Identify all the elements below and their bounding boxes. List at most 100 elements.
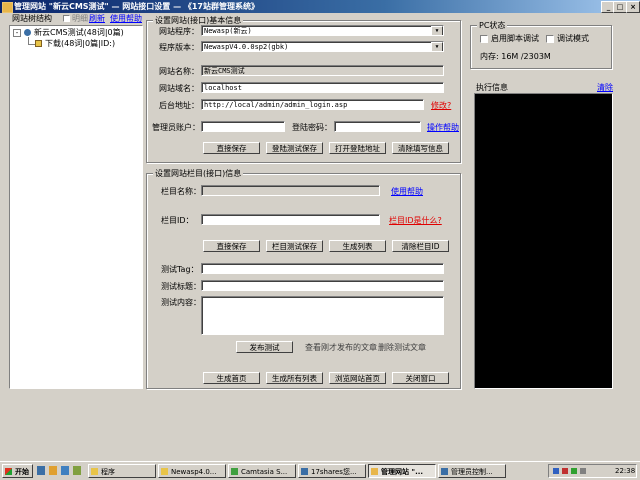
exec-output-panel[interactable] bbox=[474, 93, 613, 389]
test-title-label: 测试标题： bbox=[161, 282, 201, 291]
operation-help-link[interactable]: 操作帮助 bbox=[427, 123, 459, 133]
admin-url-field[interactable]: http://local/admin/admin_login.asp bbox=[201, 99, 424, 110]
detail-checkbox[interactable] bbox=[63, 15, 70, 22]
publish-test-button[interactable]: 发布测试 bbox=[236, 341, 293, 353]
tree-header: 网站树结构 明细 刷新 使用帮助 bbox=[3, 14, 142, 24]
site-tree[interactable]: - 新云CMS测试(48词|0篇) 下载(48词|0篇|ID:) bbox=[9, 25, 143, 389]
clear-exec-link[interactable]: 清除 bbox=[597, 83, 613, 93]
column-direct-save-button[interactable]: 直接保存 bbox=[203, 240, 260, 252]
direct-save-button[interactable]: 直接保存 bbox=[203, 142, 260, 154]
debug-mode-checkbox[interactable] bbox=[546, 35, 554, 43]
program-select-value: Newasp(新云) bbox=[204, 27, 252, 35]
dropdown-arrow-icon[interactable]: ▼ bbox=[431, 42, 443, 51]
column-name-label: 栏目名称： bbox=[161, 187, 201, 196]
browse-home-button[interactable]: 浏览网站首页 bbox=[329, 372, 386, 384]
window-title: 管理网站 "新云CMS测试" — 网站接口设置 — 《17站群管理系统》 bbox=[14, 2, 259, 11]
password-field[interactable] bbox=[334, 121, 421, 132]
security-icon[interactable] bbox=[562, 468, 568, 474]
test-tag-label: 测试Tag： bbox=[161, 265, 199, 274]
task-label: Newasp4.0... bbox=[171, 468, 217, 476]
start-button[interactable]: 开始 bbox=[2, 464, 33, 478]
debug-mode-label: 调试模式 bbox=[557, 34, 589, 43]
column-name-field[interactable] bbox=[201, 185, 380, 196]
generate-list-button[interactable]: 生成列表 bbox=[329, 240, 386, 252]
refresh-link[interactable]: 刷新 bbox=[89, 14, 105, 24]
script-debug-checkbox[interactable] bbox=[480, 35, 488, 43]
site-name-field[interactable]: 新云CMS测试 bbox=[201, 65, 444, 76]
password-label: 登陆密码： bbox=[292, 123, 332, 132]
version-label: 程序版本： bbox=[159, 43, 199, 52]
test-content-label: 测试内容： bbox=[161, 298, 201, 307]
version-select[interactable]: NewaspV4.0.0sp2(gbk) ▼ bbox=[201, 41, 444, 52]
admin-url-label: 后台地址： bbox=[159, 101, 199, 110]
camtasia-icon bbox=[231, 468, 238, 475]
task-17shares[interactable]: 17shares您... bbox=[298, 464, 366, 478]
pc-status-title: PC状态 bbox=[477, 20, 508, 31]
browser-icon bbox=[441, 468, 448, 475]
start-label: 开始 bbox=[15, 468, 29, 476]
generate-home-button[interactable]: 生成首页 bbox=[203, 372, 260, 384]
network-icon[interactable] bbox=[553, 468, 559, 474]
script-debug-label: 启用脚本调试 bbox=[491, 34, 539, 43]
column-help-link[interactable]: 使用帮助 bbox=[391, 187, 423, 197]
login-test-save-button[interactable]: 登陆测试保存 bbox=[266, 142, 323, 154]
folder-icon bbox=[35, 40, 42, 47]
task-label: 程序 bbox=[101, 468, 115, 476]
generate-all-lists-button[interactable]: 生成所有列表 bbox=[266, 372, 323, 384]
browser-icon bbox=[301, 468, 308, 475]
column-test-save-button[interactable]: 栏目测试保存 bbox=[266, 240, 323, 252]
test-content-textarea[interactable] bbox=[201, 296, 444, 335]
detail-label: 明细 bbox=[72, 14, 88, 23]
globe-icon bbox=[24, 29, 31, 36]
domain-field[interactable]: localhost bbox=[201, 82, 444, 93]
ie-icon[interactable] bbox=[37, 466, 45, 475]
task-label: 管理员控制... bbox=[451, 468, 493, 476]
windows-logo-icon bbox=[5, 468, 12, 475]
exec-info-title: 执行信息 bbox=[476, 83, 508, 92]
tray-app-icon[interactable] bbox=[571, 468, 577, 474]
version-select-value: NewaspV4.0.0sp2(gbk) bbox=[204, 43, 289, 51]
maximize-button[interactable]: □ bbox=[613, 1, 627, 13]
modify-link[interactable]: 修改? bbox=[431, 101, 451, 111]
tree-item-site[interactable]: 新云CMS测试(48词|0篇) bbox=[34, 28, 124, 38]
task-label: 管理网站 "... bbox=[381, 468, 424, 476]
memory-text: 内存: 16M /2303M bbox=[480, 52, 551, 61]
test-tag-field[interactable] bbox=[201, 263, 444, 274]
app-icon bbox=[2, 2, 13, 13]
clock: 22:38 bbox=[615, 467, 636, 475]
close-window-button[interactable]: 关闭窗口 bbox=[392, 372, 449, 384]
column-id-field[interactable] bbox=[201, 214, 380, 225]
desktop-icon[interactable] bbox=[61, 466, 69, 475]
volume-icon[interactable] bbox=[580, 468, 586, 474]
task-camtasia[interactable]: Camtasia S... bbox=[228, 464, 296, 478]
test-title-field[interactable] bbox=[201, 280, 444, 291]
task-manage-site[interactable]: 管理网站 "... bbox=[368, 464, 436, 478]
task-programs[interactable]: 程序 bbox=[88, 464, 156, 478]
task-admin-control[interactable]: 管理员控制... bbox=[438, 464, 506, 478]
system-tray: 22:38 bbox=[548, 464, 637, 478]
close-button[interactable]: × bbox=[626, 1, 640, 13]
task-label: 17shares您... bbox=[311, 468, 357, 476]
window-titlebar[interactable]: 管理网站 "新云CMS测试" — 网站接口设置 — 《17站群管理系统》 _ □… bbox=[0, 0, 640, 13]
clear-column-id-button[interactable]: 清除栏目ID bbox=[392, 240, 449, 252]
folder-icon bbox=[91, 468, 98, 475]
clear-info-button[interactable]: 清除填写信息 bbox=[392, 142, 449, 154]
media-icon[interactable] bbox=[73, 466, 81, 475]
column-info-group-title: 设置网站栏目(接口)信息 bbox=[153, 168, 244, 179]
dropdown-arrow-icon[interactable]: ▼ bbox=[431, 26, 443, 35]
program-label: 网站程序： bbox=[159, 27, 199, 36]
tree-help-link[interactable]: 使用帮助 bbox=[110, 14, 142, 24]
view-published-text[interactable]: 查看刚才发布的文章 bbox=[305, 343, 377, 353]
tree-title: 网站树结构 bbox=[12, 14, 52, 23]
column-id-label: 栏目ID： bbox=[161, 216, 194, 225]
program-select[interactable]: Newasp(新云) ▼ bbox=[201, 25, 444, 36]
account-field[interactable] bbox=[201, 121, 285, 132]
tree-item-column[interactable]: 下载(48词|0篇|ID:) bbox=[45, 39, 116, 49]
tree-collapse-icon[interactable]: - bbox=[13, 29, 21, 37]
account-label: 管理员账户： bbox=[152, 123, 200, 132]
task-newasp[interactable]: Newasp4.0... bbox=[158, 464, 226, 478]
quicklaunch-icon[interactable] bbox=[49, 466, 57, 475]
what-is-column-id-link[interactable]: 栏目ID是什么? bbox=[389, 216, 442, 226]
delete-test-text[interactable]: 删除测试文章 bbox=[378, 343, 426, 353]
open-login-url-button[interactable]: 打开登陆地址 bbox=[329, 142, 386, 154]
